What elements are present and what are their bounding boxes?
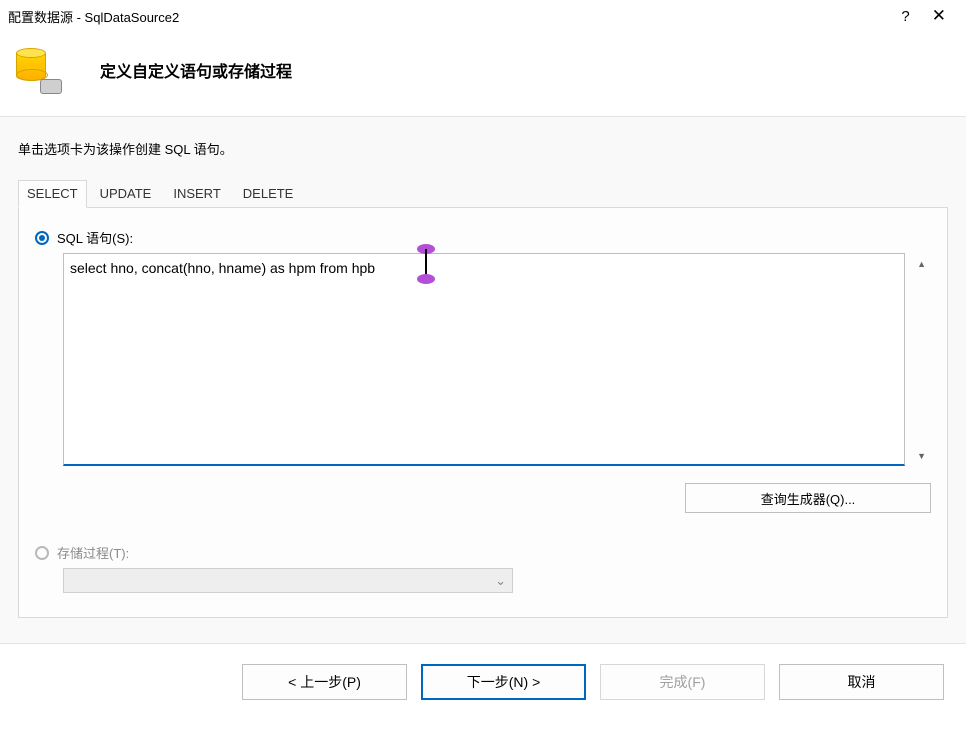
window-title: 配置数据源 - SqlDataSource2 xyxy=(8,7,889,26)
sql-statement-radio-row[interactable]: SQL 语句(S): xyxy=(35,228,931,247)
title-bar: 配置数据源 - SqlDataSource2 ? ✕ xyxy=(0,0,966,30)
wizard-header: 定义自定义语句或存储过程 xyxy=(0,30,966,116)
wizard-footer: < 上一步(P) 下一步(N) > 完成(F) 取消 xyxy=(0,644,966,700)
tab-delete[interactable]: DELETE xyxy=(234,180,303,207)
stored-proc-radio-row[interactable]: 存储过程(T): xyxy=(35,543,931,562)
datasource-icon xyxy=(16,48,60,92)
sql-tabs: SELECT UPDATE INSERT DELETE xyxy=(18,180,948,208)
wizard-title: 定义自定义语句或存储过程 xyxy=(100,58,292,82)
help-button[interactable]: ? xyxy=(889,8,921,25)
tab-update[interactable]: UPDATE xyxy=(91,180,161,207)
radio-icon xyxy=(35,231,49,245)
close-button[interactable]: ✕ xyxy=(922,6,956,26)
sql-textarea-wrap: ▲ ▼ xyxy=(63,253,931,469)
finish-button: 完成(F) xyxy=(600,664,765,700)
tab-panel: SQL 语句(S): ▲ ▼ 查询生成器(Q)... 存储过程(T): ⌄ xyxy=(18,208,948,618)
sql-textarea[interactable] xyxy=(63,253,905,466)
stored-proc-select: ⌄ xyxy=(63,568,513,593)
cancel-button[interactable]: 取消 xyxy=(779,664,944,700)
scroll-up-icon[interactable]: ▲ xyxy=(917,259,926,269)
tab-select[interactable]: SELECT xyxy=(18,180,87,208)
scroll-down-icon[interactable]: ▼ xyxy=(917,451,926,461)
next-button[interactable]: 下一步(N) > xyxy=(421,664,586,700)
prev-button[interactable]: < 上一步(P) xyxy=(242,664,407,700)
radio-icon xyxy=(35,546,49,560)
tab-insert[interactable]: INSERT xyxy=(164,180,229,207)
work-area: 单击选项卡为该操作创建 SQL 语句。 SELECT UPDATE INSERT… xyxy=(0,116,966,644)
stored-proc-radio-label: 存储过程(T): xyxy=(57,543,129,562)
instruction-text: 单击选项卡为该操作创建 SQL 语句。 xyxy=(18,139,948,158)
query-builder-row: 查询生成器(Q)... xyxy=(63,483,931,513)
sql-statement-radio-label: SQL 语句(S): xyxy=(57,228,133,247)
chevron-down-icon: ⌄ xyxy=(495,573,506,589)
query-builder-button[interactable]: 查询生成器(Q)... xyxy=(685,483,931,513)
